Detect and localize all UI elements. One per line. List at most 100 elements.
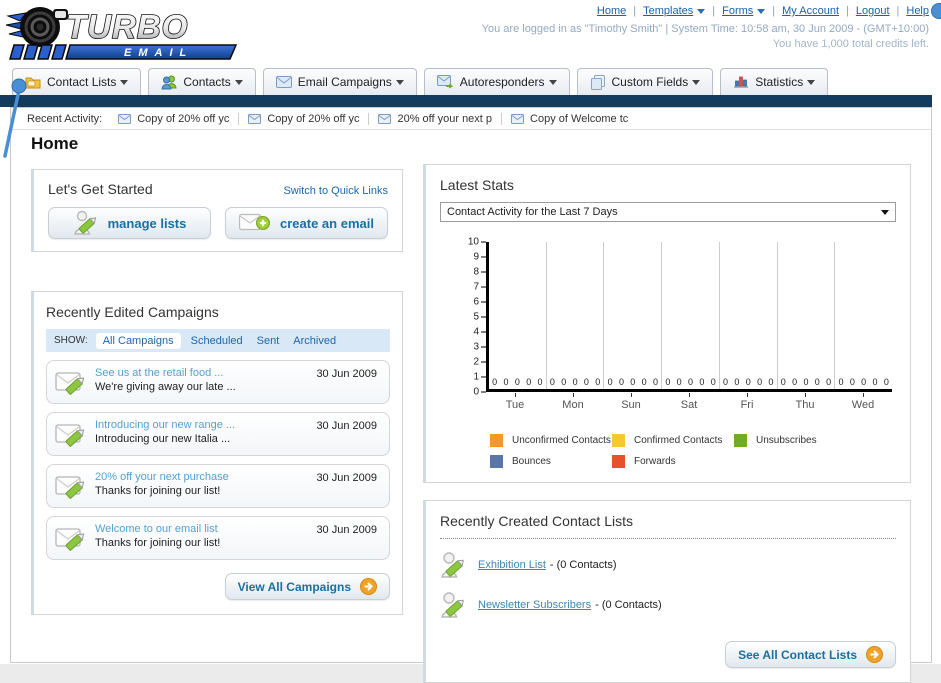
envelope-pencil-icon [55,476,85,499]
main-nav-tabs: Contact Lists Contacts Email Campaigns A… [12,68,829,95]
campaign-card[interactable]: 20% off your next purchase Thanks for jo… [46,464,390,508]
switch-quick-links[interactable]: Switch to Quick Links [283,185,388,197]
recent-activity-item[interactable]: Copy of Welcome tc [501,112,628,125]
filter-archived[interactable]: Archived [293,335,336,347]
login-info: You are logged in as "Timothy Smith" | S… [482,22,929,52]
chart-y-axis: 0 1 2 3 4 5 6 7 8 9 10 [460,237,486,398]
pages-icon [590,74,605,90]
campaigns-filter-bar: SHOW: All Campaigns Scheduled Sent Archi… [46,329,390,352]
arrow-circle-icon [360,578,377,595]
latest-stats-title: Latest Stats [440,177,514,193]
stats-period-select[interactable]: Contact Activity for the Last 7 Days [440,202,896,222]
chart-column: 00000 [547,242,605,389]
get-started-title: Let's Get Started [48,181,153,197]
nav-logout-link[interactable]: Logout [856,5,890,17]
nav-forms-link[interactable]: Forms [722,5,766,17]
chart-day-label: Sat [660,392,718,411]
recent-activity-item[interactable]: Copy of 20% off yc [118,113,229,125]
chart-day-label: Thu [776,392,834,411]
envelope-icon [511,113,525,124]
chart-column: 00000 [489,242,547,389]
campaign-subtitle: Introducing our new Italia ... [95,433,231,445]
person-pencil-icon [73,210,96,235]
envelope-icon [378,113,392,124]
campaign-date: 30 Jun 2009 [316,472,377,484]
legend-item: Forwards [612,455,734,468]
tab-contacts[interactable]: Contacts [148,68,256,95]
dotted-divider [440,538,896,539]
chevron-down-icon [697,8,706,14]
campaign-card[interactable]: Welcome to our email list Thanks for joi… [46,516,390,560]
legend-item: Unconfirmed Contacts [490,434,612,447]
person-pencil-icon [441,552,464,578]
chart-day-label: Fri [718,392,776,411]
latest-stats-panel: Latest Stats Contact Activity for the La… [423,164,911,483]
chevron-down-icon [120,79,129,85]
recent-activity-item[interactable]: Copy of 20% off yc [238,112,359,125]
bar-chart-icon [734,76,749,88]
logged-in-text: You are logged in as "Timothy Smith" | S… [481,23,929,35]
envelope-plus-icon [239,213,271,231]
chevron-down-icon [548,79,557,85]
recent-activity-label: Recent Activity: [27,112,103,125]
chevron-down-icon [692,79,701,85]
chart-column: 00000 [662,242,720,389]
contact-list-link[interactable]: Newsletter Subscribers [478,599,591,611]
tab-contact-lists[interactable]: Contact Lists [12,68,142,95]
person-pencil-icon [441,592,464,618]
pin-decoration [3,78,27,158]
chart-plot: 00000000000000000000000000000000000 [486,242,892,392]
chevron-down-icon [807,79,816,85]
chart-column: 00000 [720,242,778,389]
legend-item: Unsubscribes [734,434,874,447]
tab-email-campaigns[interactable]: Email Campaigns [262,68,417,95]
chart-column: 00000 [604,242,663,389]
contact-list-link[interactable]: Exhibition List [478,559,546,571]
filter-all-campaigns[interactable]: All Campaigns [95,332,181,349]
chart-day-label: Mon [544,392,602,411]
campaign-subtitle: Thanks for joining our list! [95,485,221,497]
nav-home-link[interactable]: Home [597,5,626,17]
chevron-down-icon [395,79,404,85]
campaign-subtitle: Thanks for joining our list! [95,537,221,549]
envelope-icon [118,113,132,124]
contact-list-item: Exhibition List - (0 Contacts) [440,551,896,579]
top-nav: Home | Templates | Forms | My Account | Logo… [596,5,929,17]
main-content: Recent Activity: Copy of 20% off yc Copy… [10,107,932,683]
campaign-date: 30 Jun 2009 [316,420,377,432]
chart-column: 00000 [778,242,836,389]
people-icon [161,75,177,90]
see-all-contact-lists-button[interactable]: See All Contact Lists [725,641,896,668]
contact-activity-chart: 0 1 2 3 4 5 6 7 8 9 10 000000000000000000000000000… [440,237,892,420]
recent-activity-item[interactable]: 20% off your next p [368,112,492,125]
envelope-icon [275,76,292,88]
chart-day-label: Sun [602,392,660,411]
logo-wordmark: TURBO [66,8,188,45]
chevron-down-icon [881,210,889,215]
recent-activity-bar: Recent Activity: Copy of 20% off yc Copy… [11,108,931,130]
campaign-subtitle: We're giving away our late ... [95,381,236,393]
nav-templates-link[interactable]: Templates [643,5,706,17]
envelope-arrow-icon [436,75,454,89]
get-started-panel: Let's Get Started Switch to Quick Links … [31,169,403,252]
chat-bubble-icon[interactable] [931,3,941,19]
campaign-card[interactable]: Introducing our new range ... Introducin… [46,412,390,456]
contact-list-count: - (0 Contacts) [549,559,617,571]
tab-custom-fields[interactable]: Custom Fields [576,68,714,95]
filter-scheduled[interactable]: Scheduled [191,335,243,347]
filter-sent[interactable]: Sent [257,335,280,347]
chart-column: 00000 [838,377,889,387]
recent-contact-lists-panel: Recently Created Contact Lists Exhibitio… [423,500,911,683]
tab-autoresponders[interactable]: Autoresponders [423,68,570,95]
create-email-button[interactable]: create an email [225,207,388,239]
envelope-pencil-icon [55,424,85,447]
legend-item: Confirmed Contacts [612,434,734,447]
navy-divider-bar [0,95,932,107]
nav-my-account-link[interactable]: My Account [782,5,839,17]
envelope-icon [248,113,262,124]
manage-lists-button[interactable]: manage lists [48,207,211,239]
campaign-card[interactable]: See us at the retail food ... We're givi… [46,360,390,404]
view-all-campaigns-button[interactable]: View All Campaigns [224,573,390,600]
nav-help-link[interactable]: Help [906,5,929,17]
tab-statistics[interactable]: Statistics [720,68,829,95]
